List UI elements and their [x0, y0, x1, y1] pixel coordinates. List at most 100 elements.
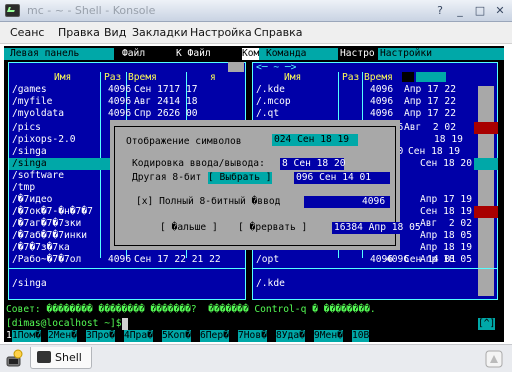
- minimize-button[interactable]: _: [452, 3, 468, 18]
- encoding-label: Кодировка ввода/вывода:: [132, 158, 265, 169]
- right-row-time: Сен 18 19: [420, 206, 472, 217]
- fkey-number: 1: [6, 330, 12, 341]
- terminal-area[interactable]: Левая панель Файл К Файл Ком Команда Нас…: [4, 46, 504, 342]
- left-row-time: Сен 1717 17: [134, 84, 198, 95]
- help-window-button[interactable]: ?: [432, 3, 448, 18]
- mc-menu-settings-2[interactable]: Настройки: [380, 48, 432, 60]
- left-row-name[interactable]: /tmp: [12, 182, 35, 194]
- fkey-button[interactable]: 10В: [352, 330, 370, 342]
- right-row-size: 4096: [370, 108, 394, 119]
- new-tab-button[interactable]: [5, 349, 25, 369]
- menu-help[interactable]: Справка: [254, 26, 302, 39]
- left-row-name[interactable]: /pixops-2.0: [12, 134, 76, 146]
- left-row-time: Спр 2626 00: [134, 108, 198, 119]
- encoding-value[interactable]: 8 Сен 18 20: [282, 158, 346, 170]
- left-row-name[interactable]: /�7�7з�7ка: [12, 242, 70, 254]
- fkey-button[interactable]: 2Мен�: [48, 330, 77, 342]
- menu-bookmarks[interactable]: Закладки: [132, 26, 188, 39]
- hint-line: Совет: �������� �������� �������? ������…: [6, 304, 376, 315]
- right-row-time: Сен 14 01: [404, 254, 456, 265]
- left-row-name[interactable]: /�7ок�7-�н�7�7: [12, 206, 93, 218]
- mc-menu-left-panel[interactable]: Левая панель: [10, 48, 79, 60]
- close-window-button[interactable]: ✕: [492, 3, 508, 18]
- fkey-button[interactable]: 7Нов�: [238, 330, 267, 342]
- right-row-size: 4096: [370, 96, 394, 107]
- left-row-name[interactable]: /�7аб�7�7инки: [12, 230, 87, 242]
- right-row-name[interactable]: /.qt: [256, 108, 279, 120]
- right-row-name[interactable]: /.mcop: [256, 96, 291, 108]
- text-cursor: [122, 318, 128, 330]
- mc-menu-file[interactable]: Файл: [122, 48, 145, 60]
- left-row-name[interactable]: /myoldata: [12, 108, 64, 120]
- tab-bar: Shell: [0, 344, 512, 372]
- menu-settings[interactable]: Настройка: [190, 26, 252, 39]
- right-header-size: Раз: [342, 72, 360, 83]
- konsole-app-icon: [5, 4, 20, 17]
- right-row-name[interactable]: /.kde: [256, 84, 285, 96]
- terminal-icon: [37, 351, 51, 363]
- maximize-button[interactable]: □: [472, 3, 488, 18]
- more-button[interactable]: [ �альше ]: [160, 222, 218, 234]
- menu-session[interactable]: Сеанс: [10, 26, 44, 39]
- left-row-name[interactable]: /�7идео: [12, 194, 52, 206]
- mc-menu-command-2[interactable]: Команда: [266, 48, 306, 60]
- other-8bit-label: Другая 8-бит: [132, 172, 202, 183]
- left-header-size: Раз: [104, 72, 122, 83]
- fkey-button[interactable]: 1Пом�: [12, 330, 41, 342]
- fkey-button[interactable]: 5Коп�: [162, 330, 191, 342]
- window-titlebar[interactable]: mc - ~ - Shell - Konsole ? _ □ ✕: [0, 0, 512, 22]
- left-row-name[interactable]: /pics: [12, 122, 41, 134]
- mc-menu-command[interactable]: Ком: [242, 48, 260, 60]
- left-row-size: 4096: [108, 84, 132, 95]
- menu-edit[interactable]: Правка: [58, 26, 100, 39]
- fkey-button[interactable]: 3Про�: [86, 330, 115, 342]
- right-header-name: Имя: [284, 72, 302, 83]
- close-tab-button[interactable]: [484, 349, 504, 369]
- left-row-name[interactable]: /Рабо~�7�7ол: [12, 254, 81, 266]
- left-row-size: 4096: [108, 254, 132, 265]
- dialog-ghost-text: 16384 Апр 18 05: [334, 222, 421, 233]
- left-row-name[interactable]: /software: [12, 170, 64, 182]
- dialog-ghost-text: 4096: [362, 196, 386, 207]
- left-row-name[interactable]: /singa: [12, 146, 47, 158]
- menu-view[interactable]: Вид: [104, 26, 126, 39]
- tab-label: Shell: [55, 351, 82, 364]
- left-header-extra: я: [210, 72, 216, 83]
- right-row-time: Апр 17 22: [404, 108, 456, 119]
- right-header-time: Время: [364, 72, 393, 83]
- close-session-icon: [485, 350, 503, 368]
- mc-menu-settings[interactable]: Настро: [340, 48, 375, 60]
- fkey-button[interactable]: 8Уда�: [276, 330, 305, 342]
- left-row-name[interactable]: /�7аг�7�7зки: [12, 218, 81, 230]
- fkey-button[interactable]: 4Пра�: [124, 330, 153, 342]
- right-row-time: Апр 18 05: [420, 230, 472, 241]
- shell-prompt[interactable]: [dimas@localhost ~]$: [6, 318, 122, 330]
- left-row-name[interactable]: /myfile: [12, 96, 52, 108]
- new-session-icon: [6, 349, 23, 367]
- fkey-button[interactable]: 9Мен�: [314, 330, 343, 342]
- left-row-name[interactable]: /games: [12, 84, 47, 96]
- right-row-time: Апр 17 22: [404, 84, 456, 95]
- left-row-time: Авг 2414 18: [134, 96, 198, 107]
- left-header-name: Имя: [54, 72, 72, 83]
- left-row-name-selected[interactable]: /singa: [12, 158, 47, 170]
- dialog-title: Отображение символов: [126, 136, 242, 148]
- right-row-time: Апр 17 22: [404, 96, 456, 107]
- full-8bit-checkbox[interactable]: [x] Полный 8-битный �ввод: [136, 196, 280, 208]
- left-header-time: Время: [128, 72, 157, 83]
- right-row-time: Сен 18 19: [408, 146, 460, 157]
- left-panel-footer: /singa: [12, 278, 47, 289]
- right-panel-footer: /.kde: [256, 278, 285, 289]
- interrupt-button[interactable]: [ �рервать ]: [238, 222, 307, 234]
- left-row-size: 4096: [108, 108, 132, 119]
- fkey-button[interactable]: 6Пер�: [200, 330, 229, 342]
- mc-menu-k-file[interactable]: К Файл: [176, 48, 211, 60]
- right-row-size: 4096: [370, 254, 394, 265]
- right-row-name[interactable]: /opt: [256, 254, 279, 266]
- select-button[interactable]: [ Выбрать ]: [208, 172, 272, 184]
- right-row-time: Сен 18 20: [420, 158, 472, 169]
- dialog-ghost-text: 096 Сен 14 01: [296, 172, 372, 183]
- menubar: Сеанс Правка Вид Закладки Настройка Спра…: [0, 22, 512, 44]
- window-title: mc - ~ - Shell - Konsole: [27, 4, 156, 17]
- tab-shell[interactable]: Shell: [30, 347, 92, 369]
